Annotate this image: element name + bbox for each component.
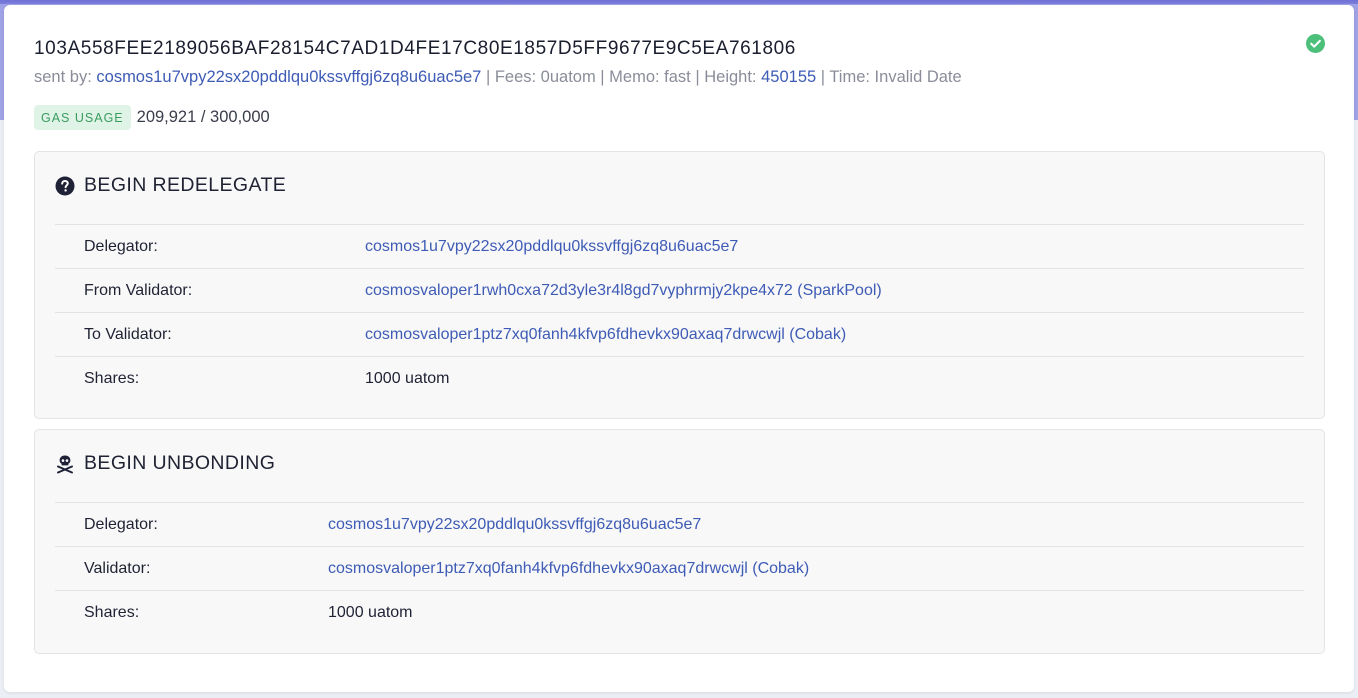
message-begin-redelegate: BEGIN REDELEGATE Delegator: cosmos1u7vpy…: [34, 151, 1325, 419]
detail-row-to-validator: To Validator: cosmosvaloper1ptz7xq0fanh4…: [55, 312, 1304, 356]
shares-value: 1000 uatom: [365, 369, 450, 387]
detail-row-shares: Shares: 1000 uatom: [55, 356, 1304, 400]
block-height-link[interactable]: 450155: [761, 68, 816, 86]
from-validator-link[interactable]: cosmosvaloper1rwh0cxa72d3yle3r4l8gd7vyph…: [365, 282, 882, 300]
detail-row-delegator: Delegator: cosmos1u7vpy22sx20pddlqu0kssv…: [55, 502, 1304, 546]
check-circle-icon: [1306, 34, 1325, 53]
detail-row-delegator: Delegator: cosmos1u7vpy22sx20pddlqu0kssv…: [55, 224, 1304, 268]
detail-label: To Validator:: [84, 325, 172, 343]
detail-label: Delegator:: [84, 237, 158, 255]
sender-address-link[interactable]: cosmos1u7vpy22sx20pddlqu0kssvffgj6zq8u6u…: [96, 68, 481, 86]
gas-usage-badge: GAS USAGE: [34, 105, 131, 130]
message-title: BEGIN UNBONDING: [55, 452, 275, 475]
message-title: BEGIN REDELEGATE: [55, 174, 286, 197]
detail-label: Delegator:: [84, 515, 158, 533]
detail-row-from-validator: From Validator: cosmosvaloper1rwh0cxa72d…: [55, 268, 1304, 312]
gas-usage-value: 209,921 / 300,000: [136, 108, 270, 126]
detail-row-shares: Shares: 1000 uatom: [55, 590, 1304, 634]
detail-label: Shares:: [84, 603, 140, 621]
detail-row-validator: Validator: cosmosvaloper1ptz7xq0fanh4kfv…: [55, 546, 1304, 590]
question-circle-icon: [55, 176, 75, 196]
message-details: Delegator: cosmos1u7vpy22sx20pddlqu0kssv…: [55, 224, 1304, 400]
sent-by-label: sent by:: [34, 68, 92, 86]
time-text: | Time: Invalid Date: [820, 68, 962, 86]
transaction-meta: sent by: cosmos1u7vpy22sx20pddlqu0kssvff…: [34, 68, 962, 87]
message-title-text: BEGIN REDELEGATE: [84, 174, 287, 196]
gas-usage: GAS USAGE 209,921 / 300,000: [34, 105, 270, 130]
delegator-address-link[interactable]: cosmos1u7vpy22sx20pddlqu0kssvffgj6zq8u6u…: [328, 516, 701, 534]
skull-crossbones-icon: [55, 454, 75, 474]
delegator-address-link[interactable]: cosmos1u7vpy22sx20pddlqu0kssvffgj6zq8u6u…: [365, 238, 738, 256]
message-begin-unbonding: BEGIN UNBONDING Delegator: cosmos1u7vpy2…: [34, 429, 1325, 654]
detail-label: Validator:: [84, 559, 151, 577]
validator-link[interactable]: cosmosvaloper1ptz7xq0fanh4kfvp6fdhevkx90…: [328, 560, 809, 578]
shares-value: 1000 uatom: [328, 603, 413, 621]
to-validator-link[interactable]: cosmosvaloper1ptz7xq0fanh4kfvp6fdhevkx90…: [365, 326, 846, 344]
detail-label: From Validator:: [84, 281, 193, 299]
message-title-text: BEGIN UNBONDING: [84, 452, 276, 474]
message-details: Delegator: cosmos1u7vpy22sx20pddlqu0kssv…: [55, 502, 1304, 634]
detail-label: Shares:: [84, 369, 140, 387]
transaction-hash: 103A558FEE2189056BAF28154C7AD1D4FE17C80E…: [34, 38, 796, 59]
transaction-card: 103A558FEE2189056BAF28154C7AD1D4FE17C80E…: [4, 5, 1354, 692]
fees-memo-text: | Fees: 0uatom | Memo: fast | Height:: [485, 68, 757, 86]
